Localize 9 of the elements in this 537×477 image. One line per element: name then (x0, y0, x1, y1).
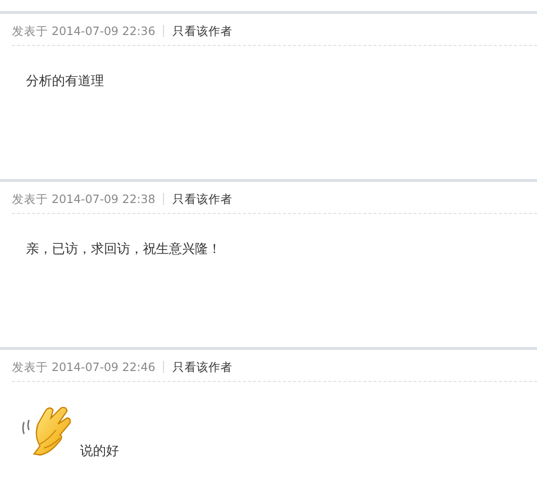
post-content: 亲，已访，求回访，祝生意兴隆！ (26, 242, 221, 257)
author-only-link[interactable]: 只看该作者 (172, 360, 232, 374)
post-time: 发表于 2014-07-09 22:46 (12, 360, 156, 374)
post-time: 发表于 2014-07-09 22:38 (12, 192, 156, 206)
post-content: 分析的有道理 (26, 74, 104, 89)
author-only-link[interactable]: 只看该作者 (172, 24, 232, 38)
post-time: 发表于 2014-07-09 22:36 (12, 24, 156, 38)
author-only-link[interactable]: 只看该作者 (172, 192, 232, 206)
post-content: 说的好 (80, 443, 119, 460)
